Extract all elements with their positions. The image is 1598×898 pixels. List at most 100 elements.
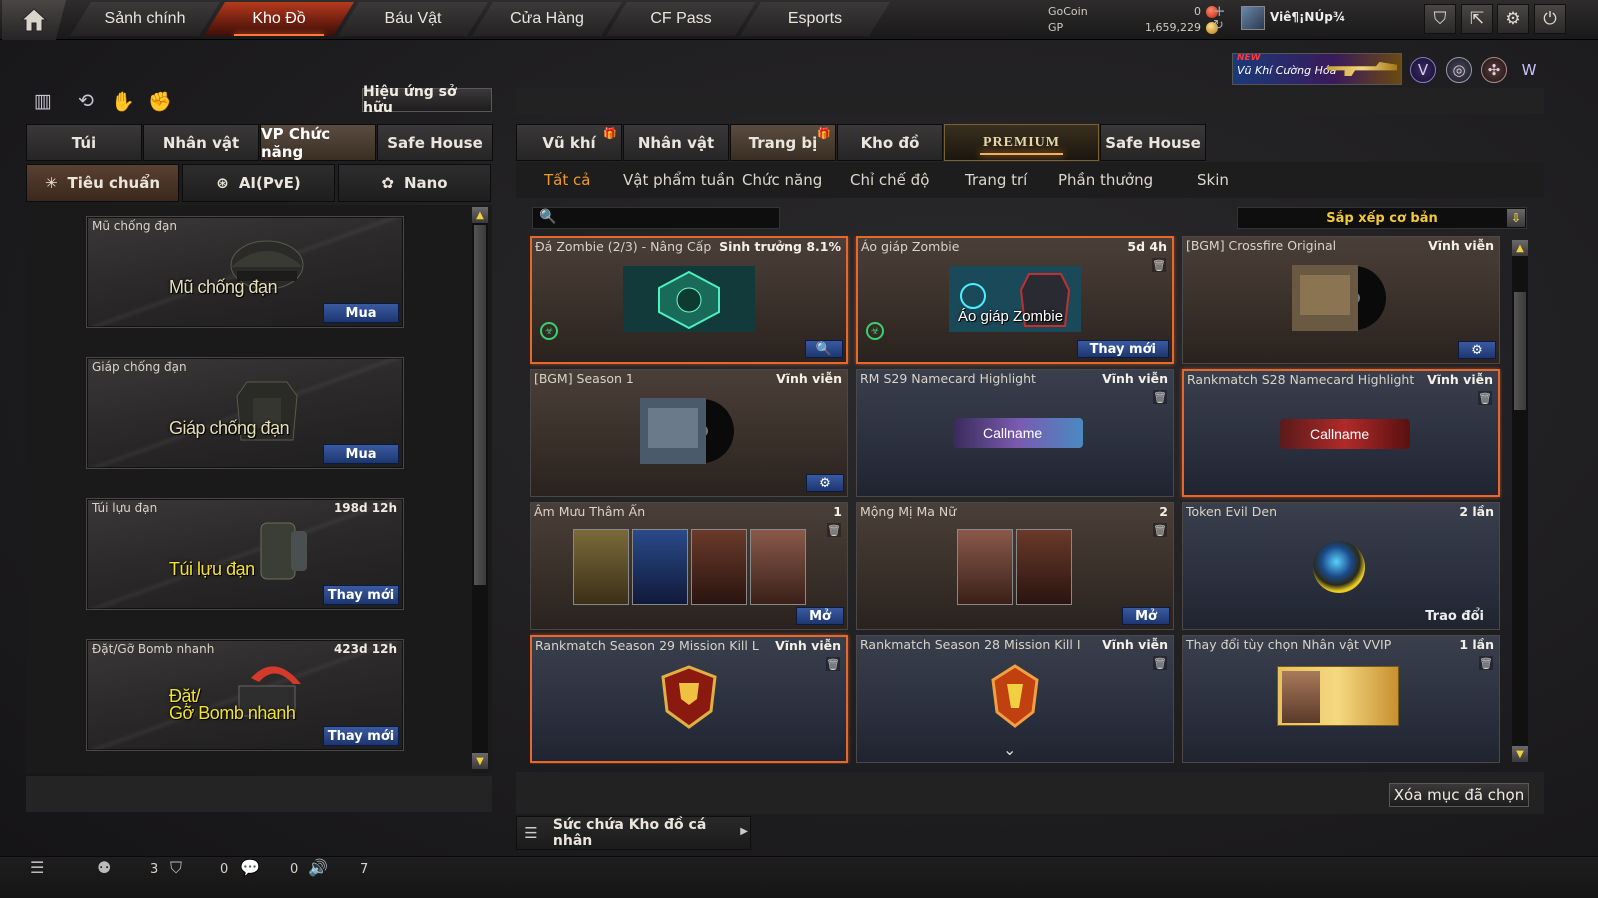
- subtab-nano[interactable]: ✿ Nano: [338, 164, 491, 202]
- item-card[interactable]: Đá Zombie (2/3) - Nâng Cấp Sinh trưởng 8…: [530, 236, 848, 364]
- tab-safe-house-right[interactable]: Safe House: [1100, 124, 1206, 161]
- chevron-down-icon[interactable]: ⇩: [1507, 209, 1525, 227]
- scroll-down-icon[interactable]: ▼: [1512, 746, 1528, 762]
- list-item[interactable]: Túi lựu đạn 198d 12h Túi lựu đạn Thay mớ…: [86, 498, 404, 610]
- item-card[interactable]: Rankmatch Season 28 Mission Kill I Vĩnh …: [856, 635, 1174, 763]
- tab-premium[interactable]: PREMIUM: [944, 124, 1099, 161]
- item-card[interactable]: Thay đổi tùy chọn Nhân vật VVIP 1 lần 🗑: [1182, 635, 1500, 763]
- capacity-button[interactable]: ☰ Sức chứa Kho đồ cá nhân ▶: [516, 816, 751, 850]
- settings-button[interactable]: ⚙: [1458, 341, 1496, 359]
- scroll-up-icon[interactable]: ▲: [1512, 240, 1528, 256]
- sort-select[interactable]: Sắp xếp cơ bản ⇩: [1237, 207, 1527, 229]
- tab-shop[interactable]: Cửa Hàng: [472, 2, 622, 36]
- gear-icon[interactable]: ⚙: [1497, 4, 1529, 34]
- settings-button[interactable]: ⚙: [806, 474, 844, 492]
- right-scrollbar[interactable]: ▲ ▼: [1512, 240, 1528, 762]
- item-card[interactable]: [BGM] Crossfire Original Vĩnh viễn ⚙: [1182, 236, 1500, 364]
- renew-button[interactable]: Thay mới: [323, 585, 399, 605]
- renew-button[interactable]: Thay mới: [1076, 340, 1169, 358]
- filter-all[interactable]: Tất cả: [544, 171, 590, 189]
- globe-emblem-icon[interactable]: ◎: [1446, 57, 1472, 83]
- character-pose-icon[interactable]: ✋: [110, 88, 136, 114]
- avatar[interactable]: [1241, 6, 1265, 30]
- trash-icon[interactable]: 🗑: [1153, 656, 1167, 670]
- trash-icon[interactable]: 🗑: [1153, 523, 1167, 537]
- home-button[interactable]: [2, 0, 66, 40]
- search-input[interactable]: [559, 210, 775, 226]
- filter-function[interactable]: Chức năng: [742, 171, 822, 189]
- item-card[interactable]: Rankmatch Season 29 Mission Kill L Vĩnh …: [530, 635, 848, 763]
- item-card[interactable]: Âm Mưu Thâm Ẩn 1 🗑 Mở: [530, 502, 848, 630]
- crossed-weapons-icon[interactable]: ✣: [1481, 57, 1507, 83]
- tab-inventory[interactable]: Kho Đồ: [204, 2, 354, 36]
- tab-characters[interactable]: Nhân vật: [623, 124, 729, 161]
- item-card[interactable]: Token Evil Den 2 lần Trao đổi: [1182, 502, 1500, 630]
- exchange-button[interactable]: Trao đổi: [1413, 607, 1496, 625]
- refresh-icon[interactable]: ↻: [1213, 18, 1224, 33]
- promo-banner[interactable]: NEW Vũ Khí Cường Hóa: [1232, 53, 1402, 85]
- open-button[interactable]: Mở: [1122, 607, 1170, 625]
- menu-list-icon[interactable]: ☰: [30, 858, 44, 877]
- item-art-caption: Mũ chống đạn: [169, 277, 278, 297]
- speaker-icon[interactable]: 🔊: [308, 858, 328, 877]
- tab-treasure[interactable]: Báu Vật: [338, 2, 488, 36]
- chat-icon[interactable]: 💬: [240, 858, 260, 877]
- inspect-button[interactable]: 🔍: [805, 340, 843, 358]
- v-emblem-icon[interactable]: V: [1410, 57, 1436, 83]
- power-icon[interactable]: ⏻: [1534, 4, 1566, 34]
- subtab-standard[interactable]: ✳ Tiêu chuẩn: [26, 164, 179, 202]
- w-logo-icon[interactable]: W: [1516, 57, 1542, 83]
- stats-icon[interactable]: ▥: [30, 88, 56, 114]
- item-art-caption: Áo giáp Zombie: [958, 308, 1064, 325]
- trash-icon[interactable]: 🗑: [827, 523, 841, 537]
- item-card[interactable]: Áo giáp Zombie 5d 4h 🗑 Áo giáp Zombie ☣ …: [856, 236, 1174, 364]
- item-card[interactable]: [BGM] Season 1 Vĩnh viễn ⚙: [530, 369, 848, 497]
- tab-safe-house-left[interactable]: Safe House: [377, 124, 493, 161]
- scroll-up-icon[interactable]: ▲: [472, 207, 488, 223]
- tab-character[interactable]: Nhân vật: [143, 124, 259, 161]
- trash-icon[interactable]: 🗑: [826, 657, 840, 671]
- list-item[interactable]: Đặt/Gỡ Bomb nhanh 423d 12h Đặt/ Gỡ Bomb …: [86, 639, 404, 751]
- item-card[interactable]: Rankmatch S28 Namecard Highlight Vĩnh vi…: [1182, 369, 1500, 497]
- buy-button[interactable]: Mua: [323, 444, 399, 464]
- item-card[interactable]: RM S29 Namecard Highlight Vĩnh viễn 🗑 Ca…: [856, 369, 1174, 497]
- trash-icon[interactable]: 🗑: [1479, 656, 1493, 670]
- subtab-ai-pve[interactable]: ⊛ AI(PvE): [182, 164, 335, 202]
- trash-icon[interactable]: 🗑: [1152, 258, 1166, 272]
- open-button[interactable]: Mở: [796, 607, 844, 625]
- scroll-thumb[interactable]: [474, 225, 486, 585]
- owned-effects-button[interactable]: Hiệu ứng sở hữu: [362, 84, 492, 116]
- glove-icon[interactable]: ✊: [147, 88, 173, 114]
- left-scrollbar[interactable]: ▲ ▼: [472, 207, 488, 769]
- history-icon[interactable]: ⟲: [73, 88, 99, 114]
- tab-weapons[interactable]: Vũ khí 🎁: [516, 124, 622, 161]
- renew-button[interactable]: Thay mới: [323, 726, 399, 746]
- filter-skin[interactable]: Skin: [1197, 171, 1229, 189]
- tab-storage[interactable]: Kho đồ: [837, 124, 943, 161]
- tab-vp-function[interactable]: VP Chức năng: [260, 124, 376, 161]
- filter-decoration[interactable]: Trang trí: [965, 171, 1027, 189]
- search-input-wrap[interactable]: 🔍: [532, 207, 780, 229]
- list-item[interactable]: Mũ chống đạn Mũ chống đạn Mua: [86, 216, 404, 328]
- clan-shield-icon[interactable]: ⛉: [170, 858, 182, 878]
- filter-rewards[interactable]: Phần thưởng: [1058, 171, 1153, 189]
- tab-lobby[interactable]: Sảnh chính: [70, 2, 220, 36]
- buy-button[interactable]: Mua: [323, 303, 399, 323]
- scroll-thumb[interactable]: [1514, 292, 1526, 410]
- friends-icon[interactable]: ⚉: [97, 858, 111, 877]
- scroll-down-icon[interactable]: ▼: [472, 753, 488, 769]
- item-card[interactable]: Mộng Mị Ma Nữ 2 🗑 Mở: [856, 502, 1174, 630]
- tab-cf-pass[interactable]: CF Pass: [606, 2, 756, 36]
- trash-icon[interactable]: 🗑: [1153, 390, 1167, 404]
- shield-icon[interactable]: ⛉: [1424, 4, 1456, 34]
- trash-icon[interactable]: 🗑: [1478, 391, 1492, 405]
- filter-mode-only[interactable]: Chỉ chế độ: [850, 171, 929, 189]
- list-item[interactable]: Giáp chống đạn Giáp chống đạn Mua: [86, 357, 404, 469]
- tab-equipment[interactable]: Trang bị 🎁: [730, 124, 836, 161]
- chevron-down-icon[interactable]: ⌄: [1003, 740, 1016, 759]
- tab-esports[interactable]: Esports: [740, 2, 890, 36]
- filter-weekly[interactable]: Vật phẩm tuần: [623, 171, 735, 189]
- exit-room-icon[interactable]: ⇱: [1461, 4, 1493, 34]
- tab-bag[interactable]: Túi: [26, 124, 142, 161]
- delete-selected-button[interactable]: Xóa mục đã chọn: [1389, 783, 1529, 807]
